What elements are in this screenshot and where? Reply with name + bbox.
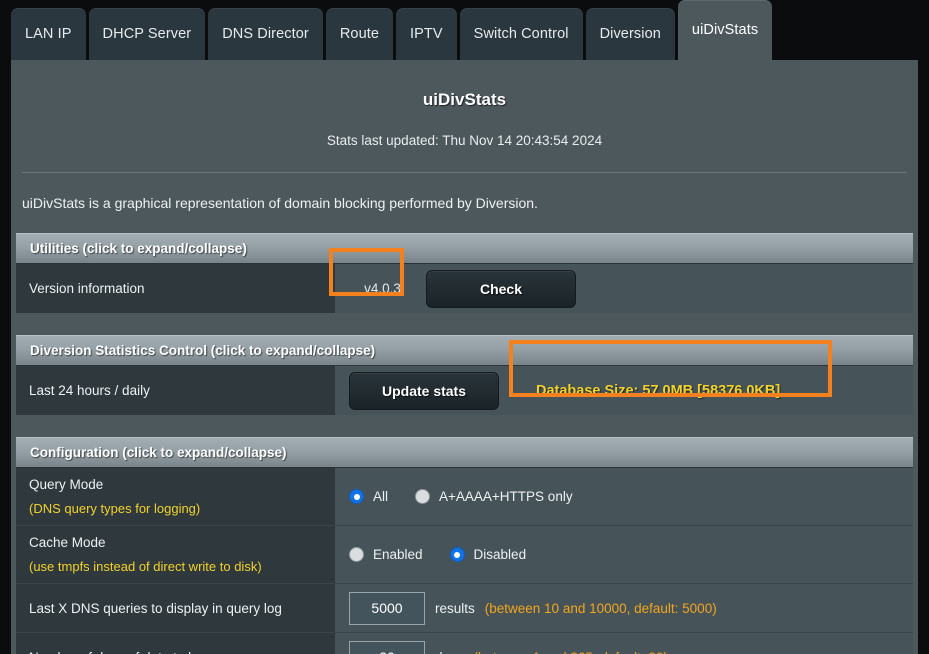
query-mode-option-label[interactable]: A+AAAA+HTTPS only bbox=[439, 489, 573, 504]
query-mode-title: Query Mode bbox=[29, 477, 104, 492]
query-log-rows-label: Last X DNS queries to display in query l… bbox=[16, 584, 336, 632]
days-to-keep-range: (between 1 and 365, default: 30) bbox=[474, 650, 668, 654]
tab-label: uiDivStats bbox=[691, 22, 759, 38]
tab-label: Switch Control bbox=[473, 26, 569, 42]
row-last-24-hours: Last 24 hours / daily Update stats Datab… bbox=[16, 366, 913, 415]
tab-switch-control[interactable]: Switch Control bbox=[459, 8, 583, 60]
update-stats-button[interactable]: Update stats bbox=[349, 371, 499, 410]
cache-mode-option-label[interactable]: Enabled bbox=[373, 547, 423, 562]
days-to-keep-unit: days bbox=[435, 650, 464, 654]
utilities-section-header[interactable]: Utilities (click to expand/collapse) bbox=[16, 233, 913, 263]
query-log-rows-controls: results (between 10 and 10000, default: … bbox=[336, 584, 913, 632]
days-to-keep-controls: days (between 1 and 365, default: 30) bbox=[336, 633, 913, 654]
query-mode-radio-a-aaaa-https[interactable] bbox=[415, 489, 431, 504]
query-mode-radio-group: All A+AAAA+HTTPS only bbox=[349, 489, 591, 504]
cache-mode-hint: (use tmpfs instead of direct write to di… bbox=[29, 559, 262, 574]
query-log-rows-unit: results bbox=[435, 600, 475, 616]
tab-label: DNS Director bbox=[222, 26, 309, 42]
cache-mode-title: Cache Mode bbox=[29, 535, 106, 550]
last-updated-text: Stats last updated: Thu Nov 14 20:43:54 … bbox=[326, 133, 603, 148]
configuration-section-header[interactable]: Configuration (click to expand/collapse) bbox=[16, 437, 913, 467]
days-to-keep-label: Number of days of data to keep bbox=[16, 633, 336, 654]
cache-mode-option-label[interactable]: Disabled bbox=[474, 547, 527, 562]
section-configuration: Configuration (click to expand/collapse)… bbox=[16, 437, 913, 654]
tab-dns-director[interactable]: DNS Director bbox=[208, 8, 323, 60]
query-log-rows-range: (between 10 and 10000, default: 5000) bbox=[484, 600, 717, 616]
version-information-label: Version information bbox=[16, 264, 336, 313]
tab-uidivstats[interactable]: uiDivStats bbox=[677, 0, 773, 60]
query-log-rows-title: Last X DNS queries to display in query l… bbox=[29, 600, 282, 616]
version-information-text: Version information bbox=[29, 281, 145, 296]
tab-diversion[interactable]: Diversion bbox=[585, 8, 675, 60]
tab-lan-ip[interactable]: LAN IP bbox=[11, 8, 86, 60]
tab-label: DHCP Server bbox=[102, 26, 192, 42]
cache-mode-controls: Enabled Disabled bbox=[336, 526, 913, 583]
content-panel: uiDivStats Stats last updated: Thu Nov 1… bbox=[11, 60, 918, 654]
row-days-to-keep: Number of days of data to keep days (bet… bbox=[16, 633, 913, 654]
check-button[interactable]: Check bbox=[426, 269, 576, 308]
days-to-keep-title: Number of days of data to keep bbox=[29, 650, 335, 654]
row-cache-mode: Cache Mode (use tmpfs instead of direct … bbox=[16, 526, 913, 584]
row-query-mode: Query Mode (DNS query types for logging)… bbox=[16, 468, 913, 526]
query-mode-hint: (DNS query types for logging) bbox=[29, 501, 201, 516]
cache-mode-radio-disabled[interactable] bbox=[449, 547, 465, 562]
section-utilities: Utilities (click to expand/collapse) Ver… bbox=[16, 233, 913, 313]
database-size-text: Database Size: 57.0MB [58376.0KB] bbox=[536, 382, 781, 399]
utilities-section-body: Version information v4.0.3 Check bbox=[16, 263, 913, 313]
stats-range-text: Last 24 hours / daily bbox=[29, 383, 150, 398]
cache-mode-radio-enabled[interactable] bbox=[349, 547, 364, 562]
tab-label: LAN IP bbox=[25, 26, 72, 42]
row-version-information: Version information v4.0.3 Check bbox=[16, 264, 913, 313]
version-information-controls: v4.0.3 Check bbox=[336, 264, 913, 313]
page-title: uiDivStats bbox=[422, 90, 507, 109]
stats-control-controls: Update stats Database Size: 57.0MB [5837… bbox=[336, 366, 913, 415]
tab-label: Diversion bbox=[599, 26, 661, 42]
stats-control-section-body: Last 24 hours / daily Update stats Datab… bbox=[16, 365, 913, 415]
stats-control-section-header[interactable]: Diversion Statistics Control (click to e… bbox=[16, 335, 913, 365]
cache-mode-label: Cache Mode (use tmpfs instead of direct … bbox=[16, 526, 336, 583]
cache-mode-radio-group: Enabled Disabled bbox=[349, 547, 544, 562]
router-tab-bar: LAN IP DHCP Server DNS Director Route IP… bbox=[0, 0, 929, 60]
query-mode-option-label[interactable]: All bbox=[373, 489, 388, 504]
section-diversion-statistics-control: Diversion Statistics Control (click to e… bbox=[16, 335, 913, 415]
tab-dhcp-server[interactable]: DHCP Server bbox=[88, 8, 206, 60]
query-log-rows-input[interactable] bbox=[349, 591, 425, 625]
version-value: v4.0.3 bbox=[364, 281, 401, 296]
days-to-keep-input[interactable] bbox=[349, 640, 425, 654]
configuration-section-body: Query Mode (DNS query types for logging)… bbox=[16, 467, 913, 654]
query-mode-radio-all[interactable] bbox=[349, 489, 364, 504]
tab-route[interactable]: Route bbox=[325, 8, 394, 60]
tab-label: IPTV bbox=[410, 26, 443, 42]
stats-range-label: Last 24 hours / daily bbox=[16, 366, 336, 415]
row-query-log-rows: Last X DNS queries to display in query l… bbox=[16, 584, 913, 633]
query-mode-label: Query Mode (DNS query types for logging) bbox=[16, 468, 336, 525]
intro-text: uiDivStats is a graphical representation… bbox=[22, 195, 538, 211]
tab-label: Route bbox=[339, 26, 380, 42]
tab-iptv[interactable]: IPTV bbox=[396, 8, 457, 60]
query-mode-controls: All A+AAAA+HTTPS only bbox=[336, 468, 913, 525]
uidivstats-page: LAN IP DHCP Server DNS Director Route IP… bbox=[0, 0, 929, 654]
